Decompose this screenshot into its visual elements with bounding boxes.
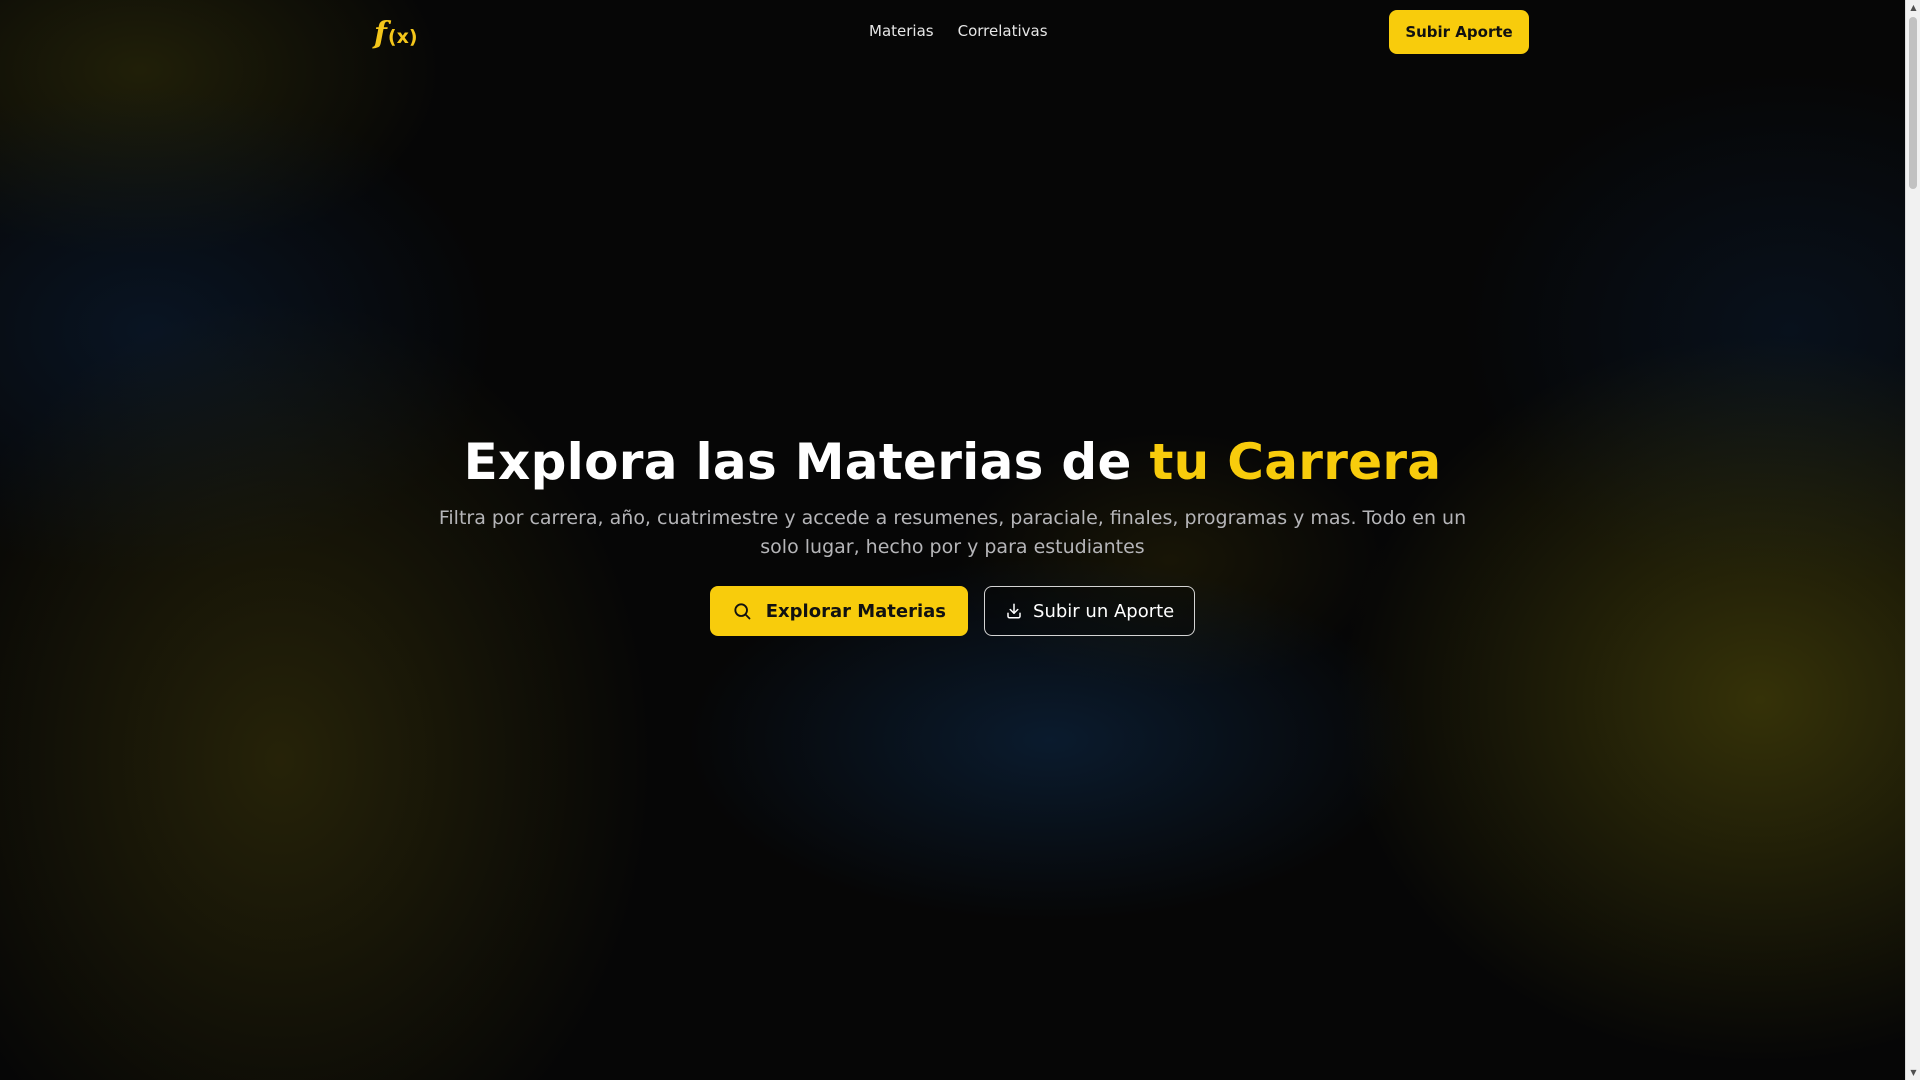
subir-un-aporte-button[interactable]: Subir un Aporte: [984, 586, 1196, 636]
subir-aporte-button[interactable]: Subir Aporte: [1389, 10, 1529, 54]
nav-link-materias[interactable]: Materias: [869, 22, 934, 40]
download-icon: [1005, 602, 1023, 620]
hero-title-main: Explora las Materias de: [463, 433, 1150, 491]
scroll-thumb[interactable]: [1909, 17, 1917, 189]
hero-actions: Explorar Materias Subir un Aporte: [0, 586, 1905, 636]
hero-title: Explora las Materias de tu Carrera: [0, 430, 1905, 494]
scroll-down-arrow-icon[interactable]: ▼: [1906, 1065, 1920, 1080]
subir-un-aporte-label: Subir un Aporte: [1033, 600, 1175, 622]
logo[interactable]: f (x): [374, 14, 418, 50]
nav-link-correlativas[interactable]: Correlativas: [958, 22, 1048, 40]
nav-links: Materias Correlativas: [869, 22, 1048, 40]
hero-title-accent: tu Carrera: [1149, 433, 1442, 491]
logo-f: f: [374, 16, 387, 51]
explorar-materias-label: Explorar Materias: [765, 600, 947, 622]
hero-subtitle: Filtra por carrera, año, cuatrimestre y …: [438, 507, 1467, 558]
page-background: f (x) Materias Correlativas Subir Aporte…: [0, 0, 1905, 1080]
page-scrollbar[interactable]: ▲ ▼: [1905, 0, 1920, 1080]
navbar: f (x) Materias Correlativas Subir Aporte: [0, 0, 1905, 64]
explorar-materias-button[interactable]: Explorar Materias: [709, 586, 969, 636]
scroll-up-arrow-icon[interactable]: ▲: [1906, 0, 1920, 15]
logo-x: (x): [387, 26, 418, 48]
search-icon: [732, 601, 752, 621]
hero: Explora las Materias de tu Carrera Filtr…: [0, 430, 1905, 636]
